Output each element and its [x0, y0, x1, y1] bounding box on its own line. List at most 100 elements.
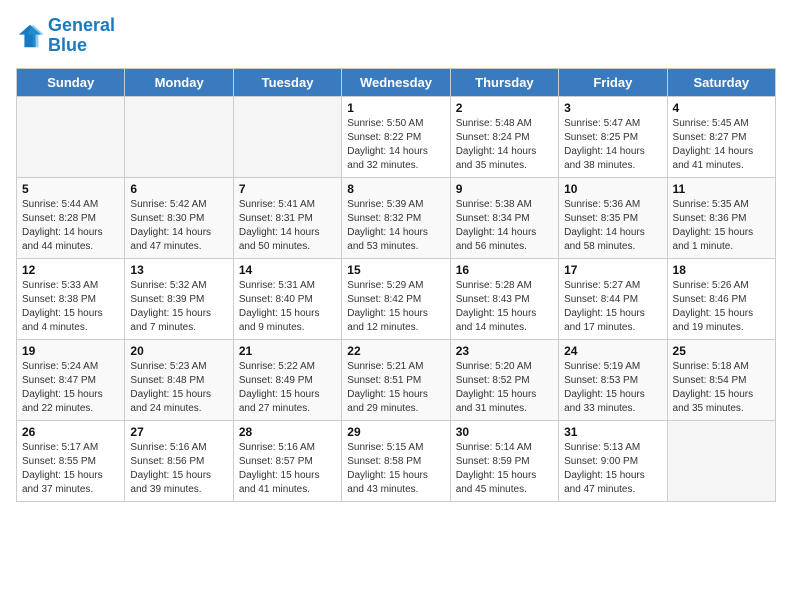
day-info: Sunrise: 5:42 AM Sunset: 8:30 PM Dayligh…: [130, 198, 227, 254]
day-info: Sunrise: 5:21 AM Sunset: 8:51 PM Dayligh…: [347, 360, 444, 416]
day-info: Sunrise: 5:45 AM Sunset: 8:27 PM Dayligh…: [673, 117, 770, 173]
day-info: Sunrise: 5:33 AM Sunset: 8:38 PM Dayligh…: [22, 279, 119, 335]
calendar-cell: 21 Sunrise: 5:22 AM Sunset: 8:49 PM Dayli…: [233, 339, 341, 420]
day-header-friday: Friday: [559, 68, 667, 96]
calendar-cell: 10Sunrise: 5:36 AM Sunset: 8:35 PM Dayli…: [559, 177, 667, 258]
day-info: Sunrise: 5:28 AM Sunset: 8:43 PM Dayligh…: [456, 279, 553, 335]
calendar-cell: 24 Sunrise: 5:19 AM Sunset: 8:53 PM Dayli…: [559, 339, 667, 420]
calendar-cell: 9 Sunrise: 5:38 AM Sunset: 8:34 PM Daylig…: [450, 177, 558, 258]
calendar-table: SundayMondayTuesdayWednesdayThursdayFrid…: [16, 68, 776, 502]
day-info: Sunrise: 5:27 AM Sunset: 8:44 PM Dayligh…: [564, 279, 661, 335]
calendar-week-row: 5 Sunrise: 5:44 AM Sunset: 8:28 PM Daylig…: [17, 177, 776, 258]
calendar-cell: 27Sunrise: 5:16 AM Sunset: 8:56 PM Dayli…: [125, 420, 233, 501]
calendar-week-row: 1Sunrise: 5:50 AM Sunset: 8:22 PM Daylig…: [17, 96, 776, 177]
day-info: Sunrise: 5:41 AM Sunset: 8:31 PM Dayligh…: [239, 198, 336, 254]
day-header-saturday: Saturday: [667, 68, 775, 96]
day-header-tuesday: Tuesday: [233, 68, 341, 96]
day-number: 29: [347, 425, 444, 439]
calendar-week-row: 12 Sunrise: 5:33 AM Sunset: 8:38 PM Dayli…: [17, 258, 776, 339]
calendar-cell: 19 Sunrise: 5:24 AM Sunset: 8:47 PM Dayli…: [17, 339, 125, 420]
calendar-cell: 28 Sunrise: 5:16 AM Sunset: 8:57 PM Dayli…: [233, 420, 341, 501]
calendar-cell: 26 Sunrise: 5:17 AM Sunset: 8:55 PM Dayli…: [17, 420, 125, 501]
day-info: Sunrise: 5:17 AM Sunset: 8:55 PM Dayligh…: [22, 441, 119, 497]
day-info: Sunrise: 5:29 AM Sunset: 8:42 PM Dayligh…: [347, 279, 444, 335]
day-number: 24: [564, 344, 661, 358]
day-number: 31: [564, 425, 661, 439]
calendar-cell: 20Sunrise: 5:23 AM Sunset: 8:48 PM Dayli…: [125, 339, 233, 420]
calendar-cell: 29 Sunrise: 5:15 AM Sunset: 8:58 PM Dayli…: [342, 420, 450, 501]
day-info: Sunrise: 5:20 AM Sunset: 8:52 PM Dayligh…: [456, 360, 553, 416]
day-number: 12: [22, 263, 119, 277]
day-info: Sunrise: 5:39 AM Sunset: 8:32 PM Dayligh…: [347, 198, 444, 254]
day-number: 20: [130, 344, 227, 358]
day-header-monday: Monday: [125, 68, 233, 96]
day-number: 8: [347, 182, 444, 196]
day-info: Sunrise: 5:38 AM Sunset: 8:34 PM Dayligh…: [456, 198, 553, 254]
calendar-cell: 16 Sunrise: 5:28 AM Sunset: 8:43 PM Dayli…: [450, 258, 558, 339]
day-info: Sunrise: 5:16 AM Sunset: 8:56 PM Dayligh…: [130, 441, 227, 497]
day-number: 2: [456, 101, 553, 115]
calendar-cell: 11 Sunrise: 5:35 AM Sunset: 8:36 PM Dayli…: [667, 177, 775, 258]
day-number: 30: [456, 425, 553, 439]
calendar-cell: 22 Sunrise: 5:21 AM Sunset: 8:51 PM Dayli…: [342, 339, 450, 420]
calendar-cell: 30 Sunrise: 5:14 AM Sunset: 8:59 PM Dayli…: [450, 420, 558, 501]
day-info: Sunrise: 5:19 AM Sunset: 8:53 PM Dayligh…: [564, 360, 661, 416]
calendar-cell: [233, 96, 341, 177]
day-number: 19: [22, 344, 119, 358]
calendar-cell: 3Sunrise: 5:47 AM Sunset: 8:25 PM Daylig…: [559, 96, 667, 177]
day-number: 21: [239, 344, 336, 358]
day-number: 1: [347, 101, 444, 115]
calendar-cell: 15 Sunrise: 5:29 AM Sunset: 8:42 PM Dayli…: [342, 258, 450, 339]
day-info: Sunrise: 5:35 AM Sunset: 8:36 PM Dayligh…: [673, 198, 770, 254]
day-info: Sunrise: 5:22 AM Sunset: 8:49 PM Dayligh…: [239, 360, 336, 416]
day-number: 22: [347, 344, 444, 358]
day-number: 11: [673, 182, 770, 196]
day-info: Sunrise: 5:14 AM Sunset: 8:59 PM Dayligh…: [456, 441, 553, 497]
day-info: Sunrise: 5:16 AM Sunset: 8:57 PM Dayligh…: [239, 441, 336, 497]
day-number: 9: [456, 182, 553, 196]
day-info: Sunrise: 5:13 AM Sunset: 9:00 PM Dayligh…: [564, 441, 661, 497]
day-number: 13: [130, 263, 227, 277]
calendar-week-row: 19 Sunrise: 5:24 AM Sunset: 8:47 PM Dayli…: [17, 339, 776, 420]
day-number: 17: [564, 263, 661, 277]
day-header-sunday: Sunday: [17, 68, 125, 96]
day-number: 25: [673, 344, 770, 358]
day-header-wednesday: Wednesday: [342, 68, 450, 96]
calendar-cell: 1Sunrise: 5:50 AM Sunset: 8:22 PM Daylig…: [342, 96, 450, 177]
day-number: 26: [22, 425, 119, 439]
day-number: 23: [456, 344, 553, 358]
day-info: Sunrise: 5:48 AM Sunset: 8:24 PM Dayligh…: [456, 117, 553, 173]
logo: General Blue: [16, 16, 115, 56]
day-info: Sunrise: 5:31 AM Sunset: 8:40 PM Dayligh…: [239, 279, 336, 335]
calendar-cell: 5 Sunrise: 5:44 AM Sunset: 8:28 PM Daylig…: [17, 177, 125, 258]
calendar-cell: 13 Sunrise: 5:32 AM Sunset: 8:39 PM Dayli…: [125, 258, 233, 339]
day-number: 14: [239, 263, 336, 277]
day-number: 18: [673, 263, 770, 277]
logo-icon: [16, 22, 44, 50]
calendar-cell: 23 Sunrise: 5:20 AM Sunset: 8:52 PM Dayli…: [450, 339, 558, 420]
day-info: Sunrise: 5:44 AM Sunset: 8:28 PM Dayligh…: [22, 198, 119, 254]
day-number: 28: [239, 425, 336, 439]
calendar-cell: 6 Sunrise: 5:42 AM Sunset: 8:30 PM Daylig…: [125, 177, 233, 258]
day-info: Sunrise: 5:26 AM Sunset: 8:46 PM Dayligh…: [673, 279, 770, 335]
calendar-week-row: 26 Sunrise: 5:17 AM Sunset: 8:55 PM Dayli…: [17, 420, 776, 501]
day-number: 10: [564, 182, 661, 196]
day-number: 16: [456, 263, 553, 277]
day-number: 3: [564, 101, 661, 115]
day-number: 6: [130, 182, 227, 196]
page-header: General Blue: [16, 16, 776, 56]
day-header-thursday: Thursday: [450, 68, 558, 96]
calendar-cell: 14 Sunrise: 5:31 AM Sunset: 8:40 PM Dayli…: [233, 258, 341, 339]
day-info: Sunrise: 5:32 AM Sunset: 8:39 PM Dayligh…: [130, 279, 227, 335]
day-number: 15: [347, 263, 444, 277]
day-info: Sunrise: 5:15 AM Sunset: 8:58 PM Dayligh…: [347, 441, 444, 497]
calendar-cell: 7Sunrise: 5:41 AM Sunset: 8:31 PM Daylig…: [233, 177, 341, 258]
day-number: 5: [22, 182, 119, 196]
calendar-cell: 17 Sunrise: 5:27 AM Sunset: 8:44 PM Dayli…: [559, 258, 667, 339]
day-info: Sunrise: 5:18 AM Sunset: 8:54 PM Dayligh…: [673, 360, 770, 416]
calendar-cell: 2 Sunrise: 5:48 AM Sunset: 8:24 PM Daylig…: [450, 96, 558, 177]
calendar-cell: [17, 96, 125, 177]
calendar-cell: [667, 420, 775, 501]
day-number: 4: [673, 101, 770, 115]
day-info: Sunrise: 5:24 AM Sunset: 8:47 PM Dayligh…: [22, 360, 119, 416]
